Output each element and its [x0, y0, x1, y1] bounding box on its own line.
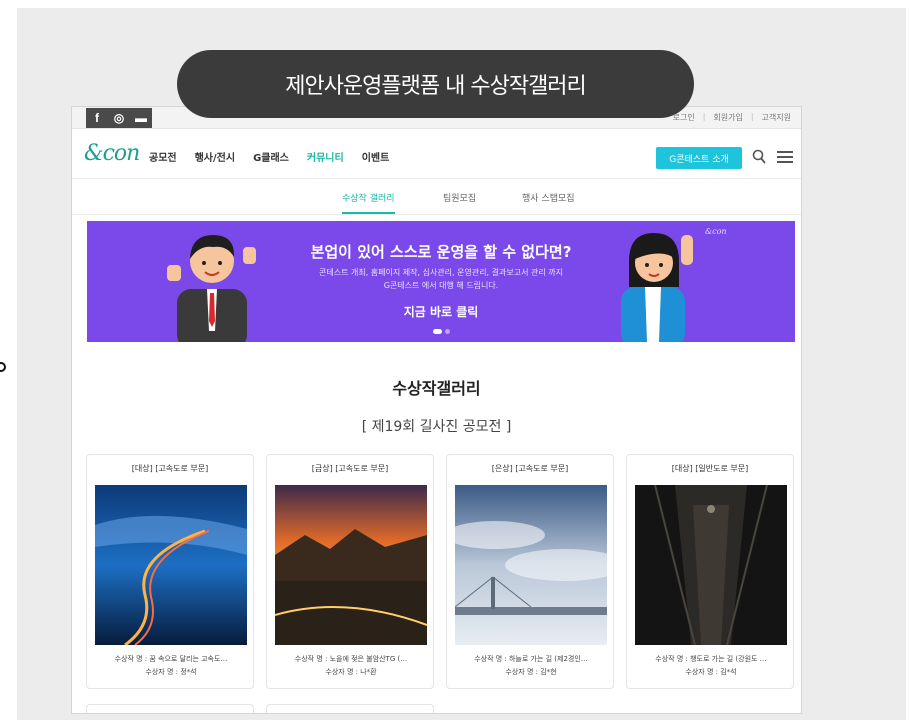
- nav-item-gclass[interactable]: G클래스: [253, 149, 289, 164]
- nav-item-event[interactable]: 이벤트: [362, 149, 390, 164]
- gallery-card-next-row: [86, 704, 254, 713]
- card-author: 수상자 명 : 나*환: [325, 668, 377, 676]
- card-title: 수상작 명 : 꿈 속으로 달리는 고속도…: [114, 655, 228, 663]
- woman-illustration: [621, 233, 693, 342]
- card-category: [금상] [고속도로 부문]: [311, 464, 389, 473]
- tab-award-gallery[interactable]: 수상작 갤러리: [342, 191, 395, 214]
- website-screenshot: f ◎ ▬ 로그인 | 회원가입 | 고객지원 &con 공모전 행사/전시 G…: [71, 106, 802, 714]
- carousel-dots: [433, 329, 450, 334]
- promo-logo: &con: [705, 227, 727, 236]
- carousel-dot[interactable]: [445, 329, 450, 334]
- social-links: f ◎ ▬: [86, 108, 152, 128]
- separator: |: [702, 112, 706, 121]
- card-author: 수상자 명 : 김*현: [505, 668, 557, 676]
- gallery-card-next-row: [266, 704, 434, 713]
- nav-item-contest[interactable]: 공모전: [149, 149, 177, 164]
- hamburger-menu-icon[interactable]: [777, 151, 793, 163]
- side-marker: [0, 362, 6, 372]
- tab-team-recruit[interactable]: 팀원모집: [443, 191, 476, 204]
- gallery-card[interactable]: [은상] [고속도로 부문] 수상작 명 : 하늘로 가는 길 (제2경인… 수…: [446, 454, 614, 689]
- card-category: [대상] [고속도로 부문]: [131, 464, 209, 473]
- gallery-subtitle: [ 제19회 길사진 공모전 ]: [361, 419, 512, 435]
- card-photo-tunnel[interactable]: [635, 485, 787, 645]
- gallery-title: 수상작갤러리: [392, 379, 481, 398]
- card-title: 수상작 명 : 하늘로 가는 길 (제2경인…: [474, 655, 588, 663]
- site-logo[interactable]: &con: [84, 141, 140, 166]
- carousel-dot-active[interactable]: [433, 329, 442, 334]
- gcontest-intro-button[interactable]: G콘테스트 소개: [656, 147, 742, 169]
- card-category: [대상] [일반도로 부문]: [671, 464, 749, 473]
- promo-banner[interactable]: 본업이 있어 스스로 운영을 할 수 없다면? 콘테스트 개최, 홈페이지 제작…: [87, 221, 795, 342]
- support-link[interactable]: 고객지원: [762, 112, 791, 123]
- facebook-icon[interactable]: f: [86, 108, 108, 128]
- gallery-card[interactable]: [금상] [고속도로 부문] 수상작 명 : 노을에 젖은 불암산TG (… 수…: [266, 454, 434, 689]
- gallery-card[interactable]: [대상] [일반도로 부문] 수상작 명 : 챙도로 가는 길 (강원도 … 수…: [626, 454, 794, 689]
- signup-link[interactable]: 회원가입: [713, 112, 742, 123]
- card-title: 수상작 명 : 챙도로 가는 길 (강원도 …: [655, 655, 767, 663]
- nav-menu: 공모전 행사/전시 G클래스 커뮤니티 이벤트: [149, 149, 389, 164]
- separator: |: [750, 112, 754, 121]
- nav-item-community[interactable]: 커뮤니티: [307, 149, 344, 164]
- account-links: 로그인 | 회원가입 | 고객지원: [673, 112, 791, 123]
- card-photo-highway-night[interactable]: [95, 485, 247, 645]
- card-photo-bridge-sky[interactable]: [455, 485, 607, 645]
- nav-item-events-exhibition[interactable]: 행사/전시: [195, 149, 235, 164]
- instagram-icon[interactable]: ◎: [108, 108, 130, 128]
- card-title: 수상작 명 : 노을에 젖은 불암산TG (…: [294, 655, 408, 663]
- search-icon[interactable]: [752, 149, 766, 165]
- gallery-cards: [대상] [고속도로 부문] 수상작 명 : 꿈 속으로 달리는 고속도… 수상…: [86, 454, 795, 689]
- sub-nav: 수상작 갤러리 팀원모집 행사 스탭모집: [72, 181, 801, 215]
- gallery-card[interactable]: [대상] [고속도로 부문] 수상작 명 : 꿈 속으로 달리는 고속도… 수상…: [86, 454, 254, 689]
- card-photo-sunset-city[interactable]: [275, 485, 427, 645]
- overlay-title: 제안사운영플랫폼 내 수상작갤러리: [177, 50, 694, 118]
- chat-icon[interactable]: ▬: [130, 108, 152, 128]
- card-author: 수상자 명 : 김*석: [685, 668, 737, 676]
- card-author: 수상자 명 : 정*석: [145, 668, 197, 676]
- main-nav: &con 공모전 행사/전시 G클래스 커뮤니티 이벤트 G콘테스트 소개: [72, 131, 801, 179]
- tab-staff-recruit[interactable]: 행사 스탭모집: [522, 191, 575, 204]
- card-category: [은상] [고속도로 부문]: [491, 464, 569, 473]
